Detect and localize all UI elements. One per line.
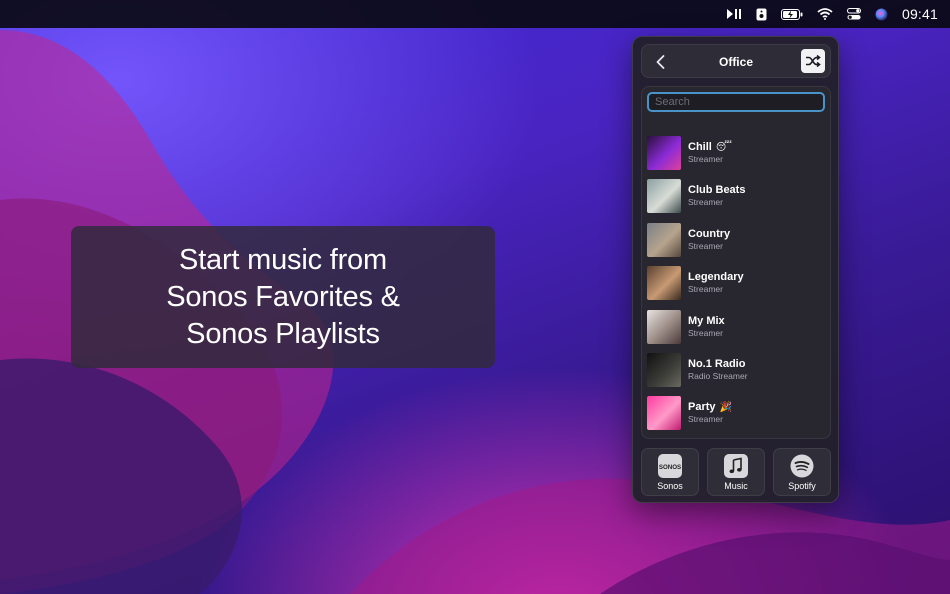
source-label-sonos: Sonos (657, 480, 683, 491)
playlist-artwork (647, 396, 681, 431)
list-item-text: Party 🎉 Streamer (688, 401, 732, 425)
playlist-artwork (647, 179, 681, 214)
music-note-icon (724, 453, 748, 478)
menu-bar: 09:41 (0, 0, 950, 28)
list-item-subtitle: Streamer (688, 154, 723, 164)
room-title: Office (718, 55, 753, 69)
list-item-text: Chill 😴 Streamer (688, 141, 732, 165)
source-bar: SONOS Sonos Music Spotify (641, 448, 831, 496)
promo-line-2: Sonos Favorites & (166, 280, 400, 313)
source-label-spotify: Spotify (788, 480, 816, 491)
playlist-artwork (647, 136, 681, 170)
control-center-icon[interactable] (846, 0, 861, 28)
room-header: Office (641, 44, 831, 78)
search-input[interactable] (647, 92, 825, 112)
list-item[interactable]: Legendary Streamer (647, 265, 825, 301)
list-item-text: Country Streamer (688, 228, 730, 252)
list-item-subtitle: Streamer (688, 327, 723, 338)
list-item[interactable]: No.1 Radio Radio Streamer (647, 352, 825, 388)
playlist-artwork (647, 309, 681, 344)
promo-line-1: Start music from (179, 243, 387, 276)
list-item-title-text: My Mix (688, 314, 725, 327)
list-item-title-text: No.1 Radio (688, 358, 746, 370)
play-pause-icon[interactable] (726, 0, 742, 28)
playlist-artwork (647, 266, 681, 301)
list-item-subtitle: Streamer (688, 197, 723, 208)
promo-line-3: Sonos Playlists (186, 317, 380, 350)
sonos-popover: Office Chill😴StreamerClub BeatsStreamerC… (632, 36, 839, 503)
list-item-title: No.1 Radio (688, 358, 748, 371)
source-button-spotify[interactable]: Spotify (773, 448, 831, 496)
back-button[interactable] (650, 51, 670, 73)
menu-bar-clock[interactable]: 09:41 (902, 0, 938, 28)
list-item-title: My Mix (688, 315, 725, 328)
list-item[interactable]: My Mix Streamer (647, 309, 825, 345)
promo-caption: Start music from Sonos Favorites & Sonos… (71, 226, 495, 368)
chevron-left-icon (656, 55, 664, 69)
sonos-speaker-icon[interactable] (756, 0, 767, 28)
list-item-text: Club Beats Streamer (688, 184, 745, 208)
sonos-logo-text: SONOS (659, 463, 681, 470)
playlist-artwork (647, 353, 681, 387)
playlist-artwork (647, 222, 681, 257)
list-item-text: No.1 Radio Radio Streamer (688, 358, 748, 382)
list-item-title-text: Club Beats (688, 184, 746, 197)
shuffle-button[interactable] (801, 49, 825, 73)
spotify-icon (790, 454, 814, 478)
list-item-title: Country (688, 228, 730, 241)
list-item-title: Party 🎉 (688, 401, 732, 414)
sonos-logo-icon: SONOS (658, 453, 682, 478)
list-item-subtitle: Streamer (688, 240, 723, 251)
source-button-sonos[interactable]: SONOS Sonos (641, 448, 699, 496)
list-item-subtitle: Streamer (688, 284, 723, 295)
list-item[interactable]: Club Beats Streamer (647, 178, 825, 214)
emoji-badge-icon: 🎉 (719, 402, 732, 414)
list-item-title-text: Chill (688, 141, 712, 153)
list-item-title: Chill 😴 (688, 141, 732, 154)
list-item-title-text: Country (688, 227, 731, 240)
list-item-title-text: Legendary (688, 271, 744, 284)
shuffle-icon (806, 54, 821, 68)
list-item-subtitle: Radio Streamer (688, 371, 748, 381)
list-item-text: Legendary Streamer (688, 271, 744, 295)
battery-icon[interactable] (780, 0, 803, 28)
list-item-title: Club Beats (688, 184, 745, 197)
emoji-badge-icon: 😴 (715, 142, 732, 153)
source-label-music: Music (724, 480, 748, 491)
list-item-title: Legendary (688, 271, 744, 284)
list-item[interactable]: Chill 😴 Streamer (647, 135, 825, 171)
list-item[interactable]: Country Streamer (647, 222, 825, 258)
wifi-icon[interactable] (817, 0, 833, 28)
list-item-title-text: Party (688, 401, 716, 414)
list-item-text: My Mix Streamer (688, 315, 725, 339)
list-item[interactable]: Party 🎉 Streamer (647, 395, 825, 431)
list-item-subtitle: Streamer (688, 414, 723, 425)
favorites-list: Chill😴StreamerClub BeatsStreamerCountryS… (641, 86, 831, 439)
siri-icon[interactable] (875, 0, 888, 28)
source-button-music[interactable]: Music (707, 448, 765, 496)
